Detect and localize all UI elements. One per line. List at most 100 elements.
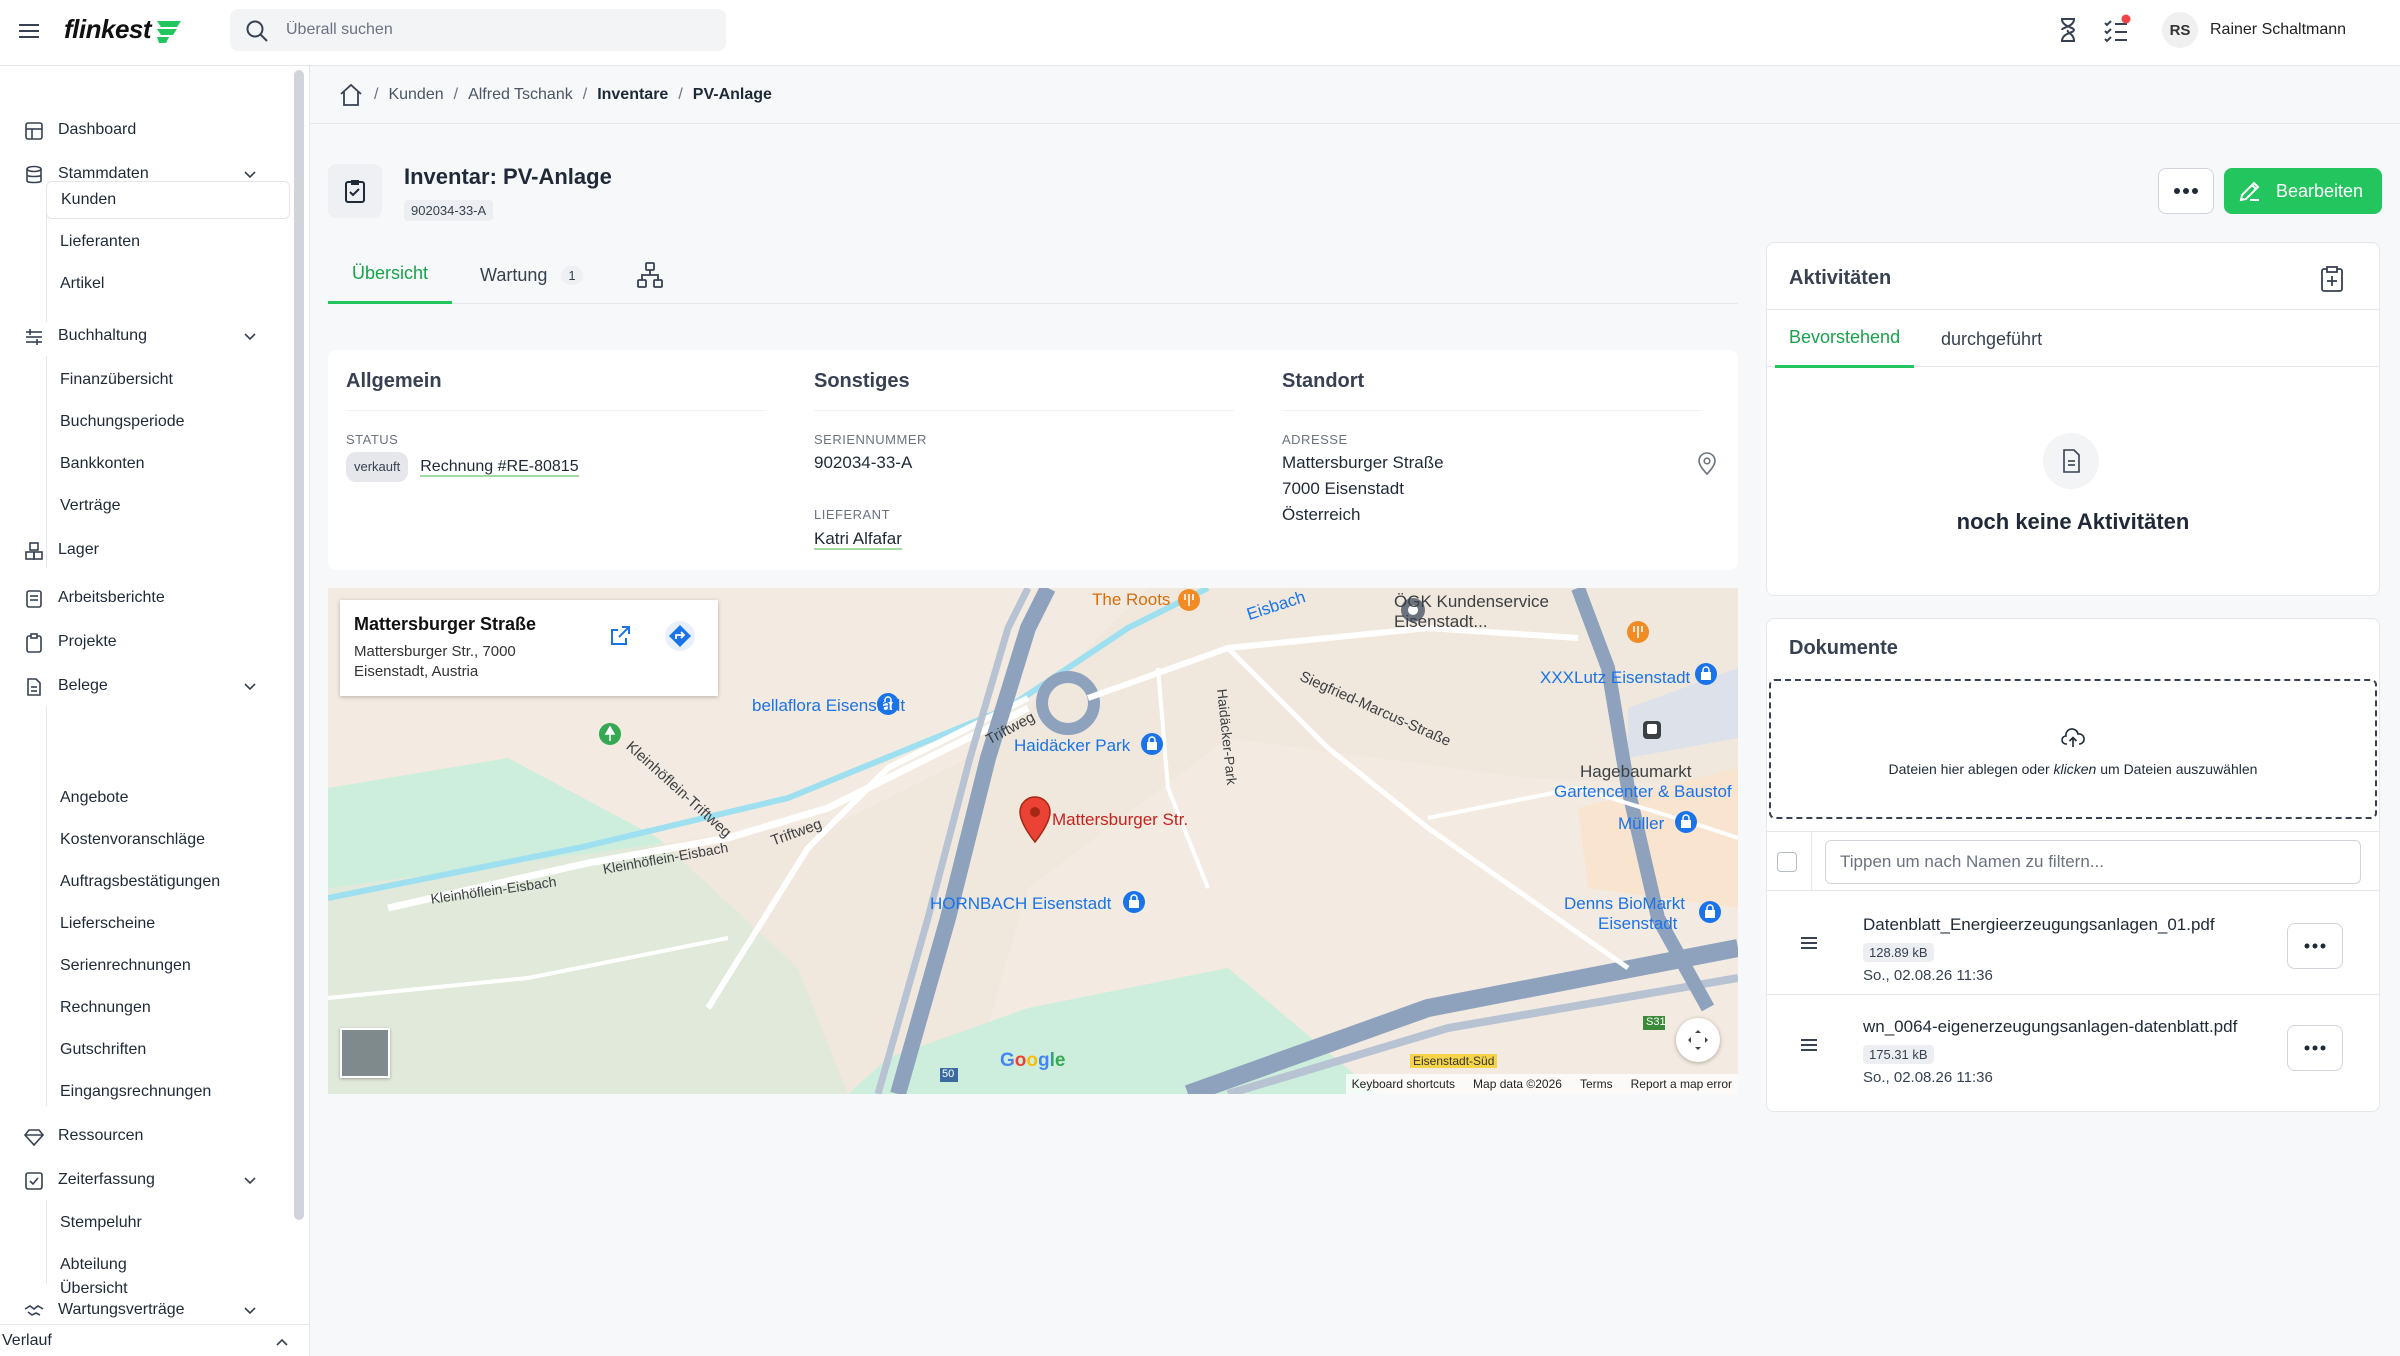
tasks-icon[interactable]	[2100, 14, 2132, 46]
section-title: Sonstiges	[814, 370, 910, 392]
sidebar-item-finanzuebersicht[interactable]: Finanzübersicht	[46, 361, 290, 399]
document-size: 175.31 kB	[1863, 1045, 1934, 1064]
sidebar-item-buchungsperiode[interactable]: Buchungsperiode	[46, 403, 290, 441]
global-search[interactable]	[230, 9, 726, 51]
chevron-up-icon	[276, 1338, 288, 1346]
breadcrumb-customer[interactable]: Alfred Tschank	[468, 86, 573, 104]
document-row[interactable]: Datenblatt_Energieerzeugungsanlagen_01.p…	[1767, 893, 2379, 995]
invoice-link[interactable]: Rechnung #RE-80815	[420, 458, 579, 477]
sidebar-item-vertraege[interactable]: Verträge	[46, 487, 290, 525]
file-dropzone[interactable]: Dateien hier ablegen oder klicken um Dat…	[1769, 679, 2377, 819]
select-all-checkbox[interactable]	[1777, 852, 1797, 872]
add-activity-icon[interactable]	[2319, 265, 2345, 293]
home-icon[interactable]	[338, 82, 364, 108]
drag-handle-icon[interactable]	[1799, 935, 1819, 951]
handshake-icon	[24, 1305, 44, 1316]
drag-handle-icon[interactable]	[1799, 1037, 1819, 1053]
sidebar-item-gutschriften[interactable]: Gutschriften	[46, 1031, 290, 1069]
sidebar-item-dashboard[interactable]: Dashboard	[0, 112, 290, 148]
sidebar-item-kostenvoranschlaege[interactable]: Kostenvoranschläge	[46, 821, 290, 859]
sidebar-item-lieferscheine[interactable]: Lieferscheine	[46, 905, 290, 943]
sidebar-item-kunden[interactable]: Kunden	[46, 181, 290, 219]
boxes-icon	[25, 542, 43, 560]
breadcrumb-inventare[interactable]: Inventare	[597, 86, 668, 104]
document-name[interactable]: wn_0064-eigenerzeugungsanlagen-datenblat…	[1863, 1017, 2237, 1037]
supplier-label: Lieferant	[814, 507, 891, 522]
sidebar-item-projekte[interactable]: Projekte	[0, 624, 290, 660]
document-date: So., 02.08.26 11:36	[1863, 967, 1993, 984]
more-actions-button[interactable]	[2158, 168, 2214, 214]
document-row[interactable]: wn_0064-eigenerzeugungsanlagen-datenblat…	[1767, 995, 2379, 1097]
ellipsis-icon	[2304, 943, 2326, 949]
sidebar-item-label: Dashboard	[58, 121, 137, 138]
activities-tabs: Bevorstehend durchgeführt	[1767, 309, 2379, 368]
sidebar-item-stempeluhr[interactable]: Stempeluhr	[46, 1204, 290, 1242]
tab-upcoming[interactable]: Bevorstehend	[1775, 310, 1915, 368]
sidebar-scrollbar[interactable]	[294, 70, 304, 1220]
document-more-button[interactable]	[2287, 923, 2343, 969]
shopping-marker-icon[interactable]	[1674, 810, 1698, 834]
sidebar-item-artikel[interactable]: Artikel	[46, 265, 290, 303]
directions-icon[interactable]	[664, 620, 696, 652]
divider	[346, 410, 766, 411]
map-label-bellaflora: bellaflora Eisenstadt	[752, 696, 906, 715]
satellite-toggle[interactable]	[340, 1028, 390, 1078]
fullscreen-button[interactable]	[1676, 1018, 1720, 1062]
app-logo[interactable]: flinkest	[64, 14, 183, 45]
user-menu[interactable]: RS Rainer Schaltmann	[2162, 10, 2346, 50]
supplier-link[interactable]: Katri Alfafar	[814, 529, 902, 550]
breadcrumb-kunden[interactable]: Kunden	[388, 86, 443, 104]
map-pin-icon[interactable]	[1696, 452, 1718, 476]
search-input[interactable]	[286, 9, 706, 51]
tab-hierarchy[interactable]	[636, 246, 664, 304]
status-label: Status	[346, 432, 399, 447]
sidebar-item-angebote[interactable]: Angebote	[46, 779, 290, 817]
tab-maintenance[interactable]: Wartung 1	[480, 246, 583, 304]
sidebar-item-label: Ressourcen	[58, 1127, 144, 1144]
sidebar-item-belege[interactable]: Belege	[0, 668, 290, 704]
tab-done[interactable]: durchgeführt	[1927, 310, 2056, 368]
address-label: Adresse	[1282, 432, 1348, 447]
document-more-button[interactable]	[2287, 1025, 2343, 1071]
transit-marker-icon[interactable]	[1642, 720, 1662, 740]
sidebar-item-auftragsbestaetigungen[interactable]: Auftragsbestätigungen	[46, 863, 290, 901]
restaurant-marker-icon[interactable]	[1626, 620, 1650, 644]
sidebar-item-arbeitsberichte[interactable]: Arbeitsberichte	[0, 580, 290, 616]
sidebar-item-bankkonten[interactable]: Bankkonten	[46, 445, 290, 483]
restaurant-marker-icon[interactable]	[1177, 588, 1201, 612]
sidebar-item-ressourcen[interactable]: Ressourcen	[0, 1118, 290, 1154]
location-pin-icon[interactable]	[1018, 796, 1052, 844]
history-label: Verlauf	[2, 1331, 52, 1349]
map-keyboard-shortcuts[interactable]: Keyboard shortcuts	[1352, 1077, 1455, 1091]
document-name[interactable]: Datenblatt_Energieerzeugungsanlagen_01.p…	[1863, 915, 2215, 935]
shopping-marker-icon[interactable]	[1694, 662, 1718, 686]
shopping-marker-icon[interactable]	[1122, 890, 1146, 914]
breadcrumb-separator: /	[374, 85, 379, 103]
shopping-marker-icon[interactable]	[1698, 900, 1722, 924]
notification-dot	[2121, 14, 2131, 24]
park-marker-icon[interactable]	[598, 722, 622, 746]
shopping-marker-icon[interactable]	[1140, 732, 1164, 756]
sidebar-item-eingangsrechnungen[interactable]: Eingangsrechnungen	[46, 1073, 290, 1111]
sidebar-item-lieferanten[interactable]: Lieferanten	[46, 223, 290, 261]
location-map[interactable]: The Roots Eisbach ÖGK Kundenservice Eise…	[328, 588, 1738, 1094]
menu-icon[interactable]	[16, 18, 42, 44]
map-report-link[interactable]: Report a map error	[1631, 1077, 1732, 1091]
timer-icon[interactable]	[2052, 14, 2084, 46]
document-filter-input[interactable]	[1825, 840, 2361, 884]
edit-button[interactable]: Bearbeiten	[2224, 168, 2382, 214]
serial-value: 902034-33-A	[814, 453, 913, 472]
sidebar-item-lager[interactable]: Lager	[0, 532, 290, 568]
maintenance-count-badge: 1	[561, 265, 583, 285]
sidebar-item-serienrechnungen[interactable]: Serienrechnungen	[46, 947, 290, 985]
open-external-icon[interactable]	[608, 624, 632, 648]
map-info-window: Mattersburger Straße Mattersburger Str.,…	[340, 600, 718, 696]
sidebar-item-rechnungen[interactable]: Rechnungen	[46, 989, 290, 1027]
sidebar-item-buchhaltung[interactable]: Buchhaltung	[0, 318, 290, 354]
map-terms-link[interactable]: Terms	[1580, 1077, 1613, 1091]
tab-overview[interactable]: Übersicht	[328, 246, 452, 304]
map-label-xxxlutz: XXXLutz Eisenstadt	[1540, 668, 1691, 687]
sidebar-item-zeiterfassung[interactable]: Zeiterfassung	[0, 1162, 290, 1198]
sidebar-item-uebersicht[interactable]: Übersicht	[46, 1270, 290, 1308]
history-toggle[interactable]: Verlauf	[0, 1324, 310, 1356]
